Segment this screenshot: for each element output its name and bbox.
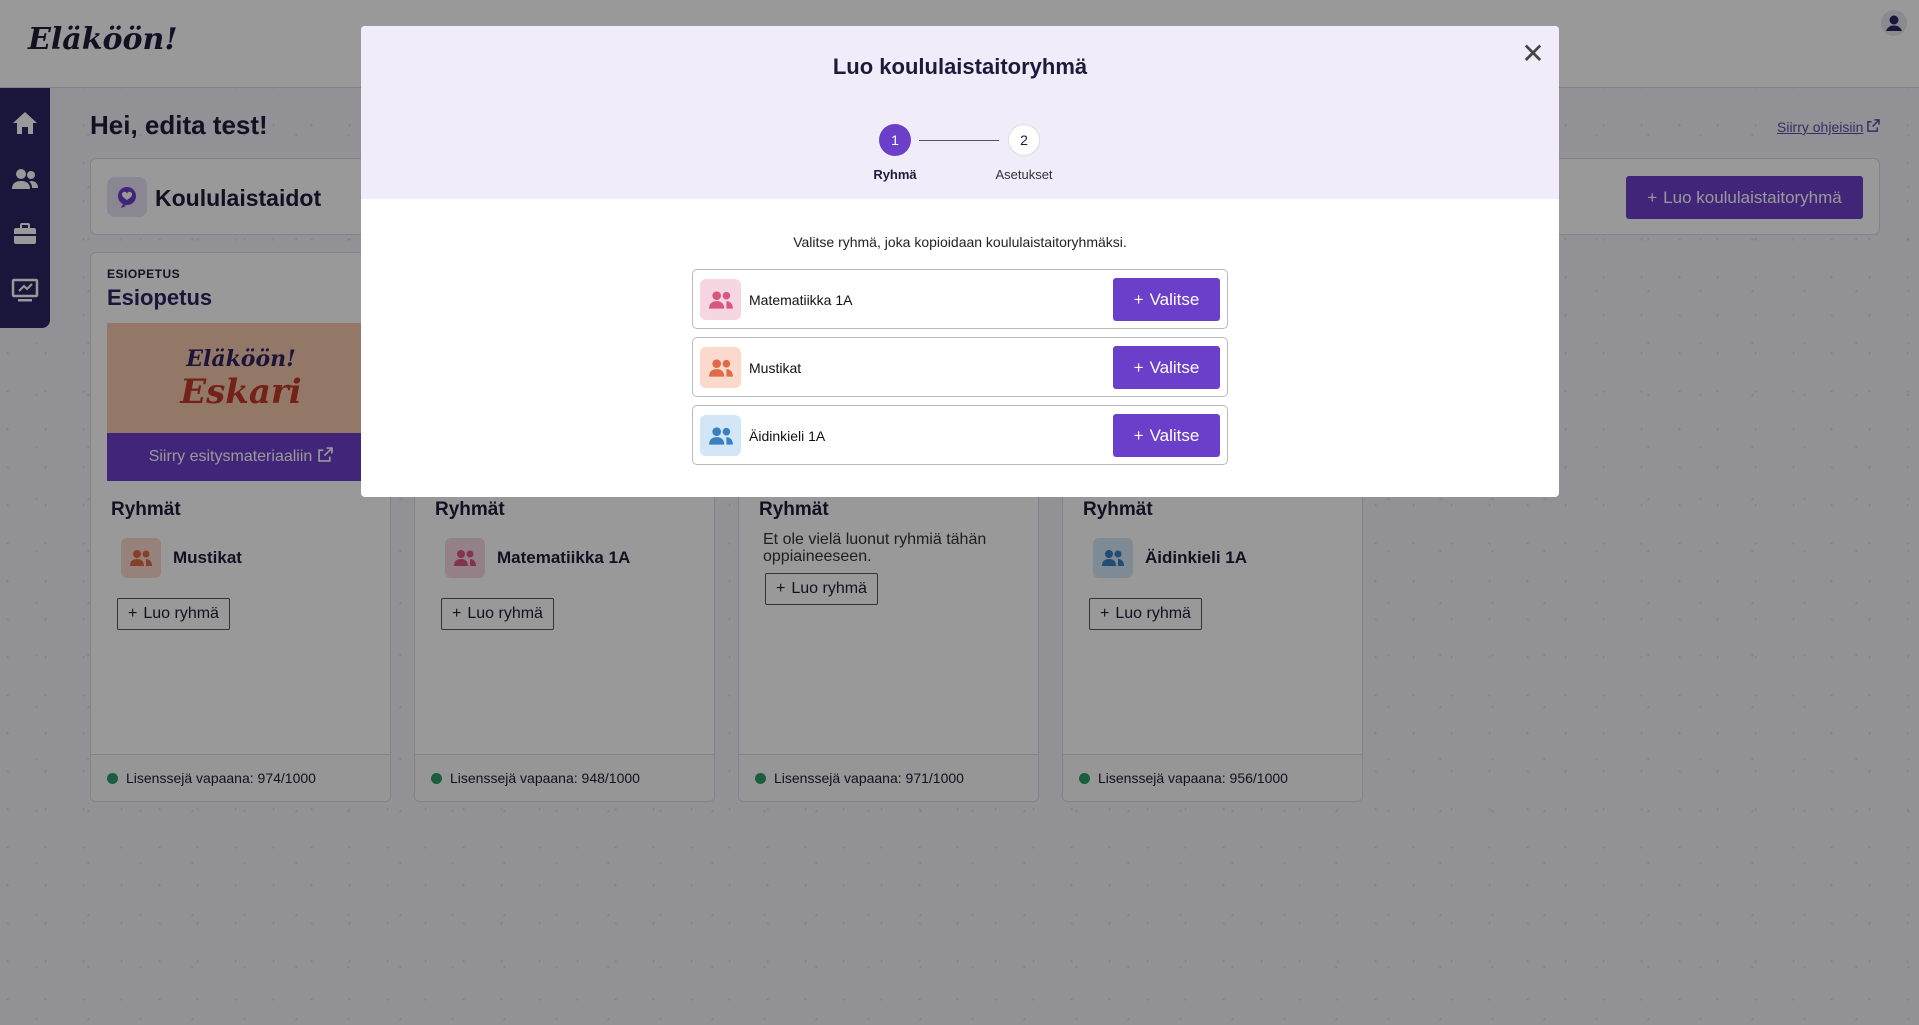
step-label-2: Asetukset — [995, 167, 1053, 182]
dialog-instruction: Valitse ryhmä, joka kopioidaan koululais… — [793, 234, 1127, 250]
step-label-1: Ryhmä — [873, 167, 917, 182]
group-users-icon — [700, 415, 741, 456]
select-label: Valitse — [1149, 357, 1200, 377]
plus-icon: + — [1133, 289, 1144, 309]
group-option-mustikat: Mustikat + Valitse — [692, 337, 1228, 397]
group-users-icon — [700, 347, 741, 388]
select-group-button[interactable]: + Valitse — [1113, 278, 1220, 321]
plus-icon: + — [1133, 425, 1144, 445]
group-option-matematiikka-1a: Matematiikka 1A + Valitse — [692, 269, 1228, 329]
dialog-header: Luo koululaistaitoryhmä ✕ 1 2 Ryhmä Aset… — [361, 26, 1559, 199]
group-option-name: Matematiikka 1A — [749, 292, 853, 308]
close-icon[interactable]: ✕ — [1519, 40, 1547, 68]
group-option-aidinkieli-1a: Äidinkieli 1A + Valitse — [692, 405, 1228, 465]
group-users-icon — [700, 279, 741, 320]
step-connector — [919, 140, 999, 141]
select-label: Valitse — [1149, 289, 1200, 309]
select-group-button[interactable]: + Valitse — [1113, 346, 1220, 389]
step-indicator-1: 1 — [879, 124, 911, 156]
group-option-name: Mustikat — [749, 360, 802, 376]
group-option-name: Äidinkieli 1A — [749, 428, 826, 444]
dialog-title: Luo koululaistaitoryhmä — [832, 54, 1088, 79]
step-indicator-2: 2 — [1008, 124, 1040, 156]
select-label: Valitse — [1149, 425, 1200, 445]
create-skills-group-dialog: Luo koululaistaitoryhmä ✕ 1 2 Ryhmä Aset… — [361, 26, 1559, 497]
plus-icon: + — [1133, 357, 1144, 377]
select-group-button[interactable]: + Valitse — [1113, 414, 1220, 457]
